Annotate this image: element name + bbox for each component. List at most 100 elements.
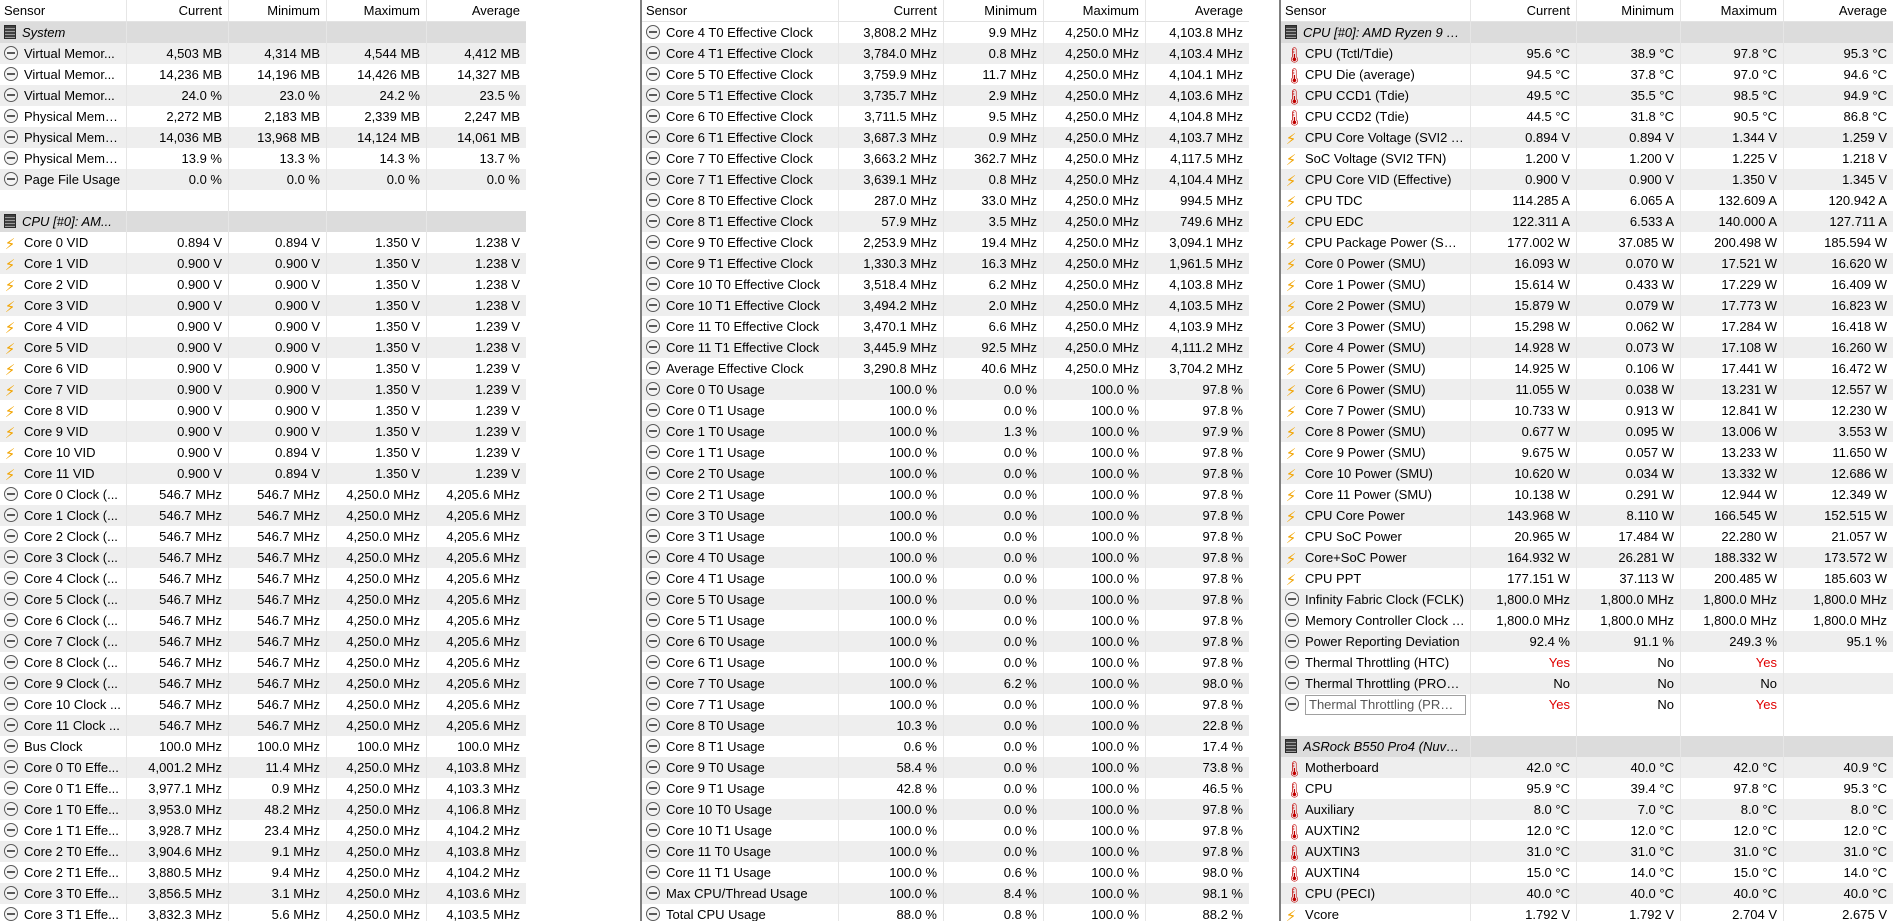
sensor-row[interactable]: ⚡ Core 11 VID 0.900 V 0.894 V 1.350 V 1.239 V bbox=[0, 463, 526, 484]
sensor-row[interactable]: Core 9 Clock (... 546.7 MHz 546.7 MHz 4,250… bbox=[0, 673, 526, 694]
sensor-row[interactable]: Core 7 T1 Usage 100.0 % 0.0 % 100.0 % 97.8 % bbox=[642, 694, 1249, 715]
sensor-row[interactable]: ⚡ Core 6 VID 0.900 V 0.900 V 1.350 V 1.239 V bbox=[0, 358, 526, 379]
sensor-row[interactable]: Core 1 T1 Effe... 3,928.7 MHz 23.4 MHz 4,25… bbox=[0, 820, 526, 841]
sensor-row[interactable]: ⚡ Core 9 VID 0.900 V 0.900 V 1.350 V 1.239 V bbox=[0, 421, 526, 442]
sensor-row[interactable]: Page File Usage 0.0 % 0.0 % 0.0 % 0.0 % bbox=[0, 169, 526, 190]
column-header-minimum[interactable]: Minimum bbox=[228, 0, 326, 21]
column-header-sensor[interactable]: Sensor bbox=[642, 0, 838, 21]
sensor-row[interactable]: Core 4 T1 Effective Clock 3,784.0 MHz 0.8 … bbox=[642, 43, 1249, 64]
sensor-row[interactable]: ⚡ CPU PPT 177.151 W 37.113 W 200.485 W 185.60… bbox=[1281, 568, 1893, 589]
sensor-row[interactable]: Core 7 T0 Usage 100.0 % 6.2 % 100.0 % 98.0 % bbox=[642, 673, 1249, 694]
column-header-maximum[interactable]: Maximum bbox=[1043, 0, 1145, 21]
sensor-row[interactable]: ⚡ CPU Package Power (SMU) 177.002 W 37.085 … bbox=[1281, 232, 1893, 253]
sensor-row[interactable]: Physical Memo... 14,036 MB 13,968 MB 14,124… bbox=[0, 127, 526, 148]
sensor-row[interactable]: Thermal Throttling (PROCHOT EXT)YesNoYes bbox=[1281, 694, 1893, 715]
sensor-row[interactable]: 🌡AUXTIN4 15.0 °C 14.0 °C 15.0 °C 14.0 °C bbox=[1281, 862, 1893, 883]
sensor-row[interactable]: Core 2 T0 Usage 100.0 % 0.0 % 100.0 % 97.8 % bbox=[642, 463, 1249, 484]
sensor-row[interactable]: ⚡ Core 2 Power (SMU) 15.879 W 0.079 W 17.773… bbox=[1281, 295, 1893, 316]
sensor-row[interactable]: Physical Memo... 13.9 % 13.3 % 14.3 % 13.7 % bbox=[0, 148, 526, 169]
sensor-row[interactable]: Core 10 T0 Effective Clock 3,518.4 MHz 6.2… bbox=[642, 274, 1249, 295]
sensor-row[interactable]: ⚡ Core 4 VID 0.900 V 0.900 V 1.350 V 1.239 V bbox=[0, 316, 526, 337]
sensor-row[interactable]: ⚡ SoC Voltage (SVI2 TFN) 1.200 V 1.200 V 1.2… bbox=[1281, 148, 1893, 169]
sensor-row[interactable]: ⚡ Core 10 Power (SMU) 10.620 W 0.034 W 13.33… bbox=[1281, 463, 1893, 484]
sensor-row[interactable]: ⚡ Core 8 Power (SMU) 0.677 W 0.095 W 13.006 … bbox=[1281, 421, 1893, 442]
column-header-maximum[interactable]: Maximum bbox=[1680, 0, 1783, 21]
sensor-row[interactable]: ⚡ Core 2 VID 0.900 V 0.900 V 1.350 V 1.238 V bbox=[0, 274, 526, 295]
sensor-row[interactable]: Core 3 Clock (... 546.7 MHz 546.7 MHz 4,250… bbox=[0, 547, 526, 568]
sensor-row[interactable]: Core 9 T0 Usage 58.4 % 0.0 % 100.0 % 73.8 % bbox=[642, 757, 1249, 778]
sensor-row[interactable]: ⚡ Core 5 Power (SMU) 14.925 W 0.106 W 17.441… bbox=[1281, 358, 1893, 379]
sensor-row[interactable]: ⚡ CPU EDC 122.311 A 6.533 A 140.000 A 127.711… bbox=[1281, 211, 1893, 232]
sensor-group-header[interactable]: System bbox=[0, 22, 526, 43]
column-header-minimum[interactable]: Minimum bbox=[1576, 0, 1680, 21]
sensor-row[interactable]: Core 8 T0 Usage 10.3 % 0.0 % 100.0 % 22.8 % bbox=[642, 715, 1249, 736]
sensor-row[interactable]: 🌡CPU (Tctl/Tdie) 95.6 °C 38.9 °C 97.8 °C 95.… bbox=[1281, 43, 1893, 64]
sensor-row[interactable]: ⚡ Core 8 VID 0.900 V 0.900 V 1.350 V 1.239 V bbox=[0, 400, 526, 421]
sensor-row[interactable]: Max CPU/Thread Usage 100.0 % 8.4 % 100.0 % 9… bbox=[642, 883, 1249, 904]
sensor-row[interactable]: Core 11 T1 Effective Clock 3,445.9 MHz 92.… bbox=[642, 337, 1249, 358]
sensor-row[interactable]: Core 8 T1 Usage 0.6 % 0.0 % 100.0 % 17.4 % bbox=[642, 736, 1249, 757]
column-header-average[interactable]: Average bbox=[1783, 0, 1893, 21]
sensor-row[interactable]: Core 5 T0 Effective Clock 3,759.9 MHz 11.7… bbox=[642, 64, 1249, 85]
sensor-row[interactable]: Core 6 Clock (... 546.7 MHz 546.7 MHz 4,250… bbox=[0, 610, 526, 631]
sensor-row[interactable]: Core 3 T1 Effe... 3,832.3 MHz 5.6 MHz 4,250… bbox=[0, 904, 526, 921]
sensor-row[interactable]: Core 11 T0 Effective Clock 3,470.1 MHz 6.6… bbox=[642, 316, 1249, 337]
sensor-row[interactable]: ⚡ Core 11 Power (SMU) 10.138 W 0.291 W 12.94… bbox=[1281, 484, 1893, 505]
sensor-row[interactable]: Memory Controller Clock (U... 1,800.0 MHz… bbox=[1281, 610, 1893, 631]
column-header-maximum[interactable]: Maximum bbox=[326, 0, 426, 21]
sensor-row[interactable]: Core 3 T0 Effe... 3,856.5 MHz 3.1 MHz 4,250… bbox=[0, 883, 526, 904]
column-header-average[interactable]: Average bbox=[426, 0, 526, 21]
sensor-row[interactable]: Core 0 T0 Effe... 4,001.2 MHz 11.4 MHz 4,25… bbox=[0, 757, 526, 778]
sensor-row[interactable]: Core 6 T0 Usage 100.0 % 0.0 % 100.0 % 97.8 % bbox=[642, 631, 1249, 652]
sensor-row[interactable]: Core 0 T0 Usage 100.0 % 0.0 % 100.0 % 97.8 % bbox=[642, 379, 1249, 400]
sensor-row[interactable]: 🌡CPU 95.9 °C 39.4 °C 97.8 °C 95.3 °C bbox=[1281, 778, 1893, 799]
sensor-row[interactable]: Core 1 Clock (... 546.7 MHz 546.7 MHz 4,250… bbox=[0, 505, 526, 526]
sensor-row[interactable]: Core 4 T0 Effective Clock 3,808.2 MHz 9.9 … bbox=[642, 22, 1249, 43]
sensor-row[interactable]: Infinity Fabric Clock (FCLK) 1,800.0 MHz 1… bbox=[1281, 589, 1893, 610]
sensor-row[interactable]: ⚡ Core 5 VID 0.900 V 0.900 V 1.350 V 1.238 V bbox=[0, 337, 526, 358]
sensor-row[interactable]: Core 2 T1 Effe... 3,880.5 MHz 9.4 MHz 4,250… bbox=[0, 862, 526, 883]
sensor-row[interactable]: ⚡ Core 1 VID 0.900 V 0.900 V 1.350 V 1.238 V bbox=[0, 253, 526, 274]
sensor-row[interactable]: ⚡ CPU SoC Power 20.965 W 17.484 W 22.280 W 21… bbox=[1281, 526, 1893, 547]
sensor-row[interactable]: Core 6 T1 Effective Clock 3,687.3 MHz 0.9 … bbox=[642, 127, 1249, 148]
sensor-row[interactable]: Power Reporting Deviation 92.4 % 91.1 % 249… bbox=[1281, 631, 1893, 652]
sensor-row[interactable]: Core 6 T1 Usage 100.0 % 0.0 % 100.0 % 97.8 % bbox=[642, 652, 1249, 673]
sensor-row[interactable]: Core 4 T1 Usage 100.0 % 0.0 % 100.0 % 97.8 % bbox=[642, 568, 1249, 589]
sensor-row[interactable]: Bus Clock 100.0 MHz 100.0 MHz 100.0 MHz 100.… bbox=[0, 736, 526, 757]
sensor-row[interactable]: Core 11 Clock ... 546.7 MHz 546.7 MHz 4,250… bbox=[0, 715, 526, 736]
sensor-row[interactable]: Core 9 T0 Effective Clock 2,253.9 MHz 19.4… bbox=[642, 232, 1249, 253]
sensor-row[interactable]: ⚡ Core 1 Power (SMU) 15.614 W 0.433 W 17.229… bbox=[1281, 274, 1893, 295]
sensor-group-header[interactable]: CPU [#0]: AMD Ryzen 9 390... bbox=[1281, 22, 1893, 43]
sensor-row[interactable]: Core 5 T0 Usage 100.0 % 0.0 % 100.0 % 97.8 % bbox=[642, 589, 1249, 610]
sensor-row[interactable]: Physical Memo... 2,272 MB 2,183 MB 2,339 MB… bbox=[0, 106, 526, 127]
sensor-row[interactable]: Core 5 T1 Usage 100.0 % 0.0 % 100.0 % 97.8 % bbox=[642, 610, 1249, 631]
sensor-row[interactable]: ⚡ Core 3 VID 0.900 V 0.900 V 1.350 V 1.238 V bbox=[0, 295, 526, 316]
sensor-row[interactable]: Core 1 T0 Usage 100.0 % 1.3 % 100.0 % 97.9 % bbox=[642, 421, 1249, 442]
sensor-row[interactable]: ⚡ Core 10 VID 0.900 V 0.894 V 1.350 V 1.239 V bbox=[0, 442, 526, 463]
sensor-row[interactable]: Core 0 Clock (... 546.7 MHz 546.7 MHz 4,250… bbox=[0, 484, 526, 505]
sensor-row[interactable]: ⚡ Core 4 Power (SMU) 14.928 W 0.073 W 17.108… bbox=[1281, 337, 1893, 358]
sensor-row[interactable]: Core 2 Clock (... 546.7 MHz 546.7 MHz 4,250… bbox=[0, 526, 526, 547]
sensor-row[interactable]: 🌡Motherboard 42.0 °C 40.0 °C 42.0 °C 40.9 °C bbox=[1281, 757, 1893, 778]
sensor-row[interactable]: 🌡AUXTIN3 31.0 °C 31.0 °C 31.0 °C 31.0 °C bbox=[1281, 841, 1893, 862]
sensor-row[interactable]: ⚡ Core 0 VID 0.894 V 0.894 V 1.350 V 1.238 V bbox=[0, 232, 526, 253]
sensor-row[interactable]: Core 7 Clock (... 546.7 MHz 546.7 MHz 4,250… bbox=[0, 631, 526, 652]
sensor-row[interactable]: Core 2 T1 Usage 100.0 % 0.0 % 100.0 % 97.8 % bbox=[642, 484, 1249, 505]
sensor-row[interactable]: 🌡CPU Die (average) 94.5 °C 37.8 °C 97.0 °C 9… bbox=[1281, 64, 1893, 85]
sensor-row[interactable]: Core 1 T0 Effe... 3,953.0 MHz 48.2 MHz 4,25… bbox=[0, 799, 526, 820]
sensor-row[interactable]: Core 5 Clock (... 546.7 MHz 546.7 MHz 4,250… bbox=[0, 589, 526, 610]
sensor-row[interactable]: 🌡CPU CCD2 (Tdie) 44.5 °C 31.8 °C 90.5 °C 86.… bbox=[1281, 106, 1893, 127]
sensor-row[interactable]: Core 0 T1 Usage 100.0 % 0.0 % 100.0 % 97.8 % bbox=[642, 400, 1249, 421]
sensor-row[interactable]: ⚡ Core 7 Power (SMU) 10.733 W 0.913 W 12.841… bbox=[1281, 400, 1893, 421]
column-header-minimum[interactable]: Minimum bbox=[943, 0, 1043, 21]
sensor-row[interactable]: Core 9 T1 Usage 42.8 % 0.0 % 100.0 % 46.5 % bbox=[642, 778, 1249, 799]
sensor-row[interactable]: ⚡ Core 7 VID 0.900 V 0.900 V 1.350 V 1.239 V bbox=[0, 379, 526, 400]
sensor-row[interactable]: Core 7 T1 Effective Clock 3,639.1 MHz 0.8 … bbox=[642, 169, 1249, 190]
sensor-row[interactable]: 🌡Auxiliary 8.0 °C 7.0 °C 8.0 °C 8.0 °C bbox=[1281, 799, 1893, 820]
sensor-row[interactable]: Core 6 T0 Effective Clock 3,711.5 MHz 9.5 … bbox=[642, 106, 1249, 127]
column-header-current[interactable]: Current bbox=[1470, 0, 1576, 21]
sensor-row[interactable]: 🌡AUXTIN2 12.0 °C 12.0 °C 12.0 °C 12.0 °C bbox=[1281, 820, 1893, 841]
sensor-row[interactable]: Core 8 Clock (... 546.7 MHz 546.7 MHz 4,250… bbox=[0, 652, 526, 673]
sensor-row[interactable]: Core 8 T0 Effective Clock 287.0 MHz 33.0 M… bbox=[642, 190, 1249, 211]
column-header-sensor[interactable]: Sensor bbox=[0, 0, 126, 21]
